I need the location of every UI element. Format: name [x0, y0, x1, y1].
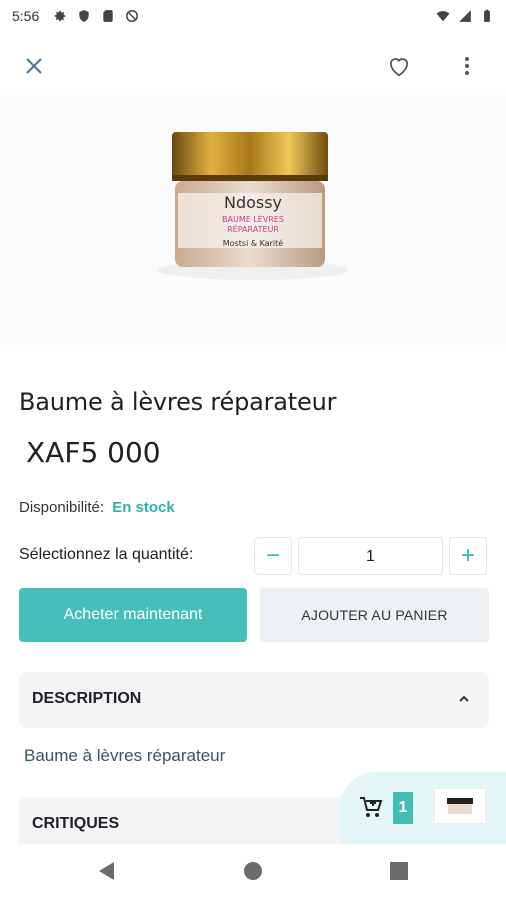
- product-price: XAF5 000: [26, 436, 161, 469]
- status-right-icons: [436, 9, 494, 23]
- chevron-up-icon: [459, 695, 469, 702]
- close-icon[interactable]: [20, 52, 48, 80]
- quantity-selector: Sélectionnez la quantité: − 1 +: [19, 537, 489, 575]
- quantity-label: Sélectionnez la quantité:: [19, 546, 194, 563]
- no-data-icon: [126, 10, 139, 22]
- cart-add-icon: [360, 797, 383, 817]
- availability-status: En stock: [112, 499, 175, 516]
- quantity-input[interactable]: 1: [298, 537, 443, 575]
- availability: Disponibilité: En stock: [19, 499, 175, 516]
- sd-card-icon: [103, 10, 113, 22]
- availability-label: Disponibilité:: [19, 499, 105, 516]
- add-to-cart-button[interactable]: AJOUTER AU PANIER: [260, 588, 489, 642]
- status-left-icons: [53, 9, 139, 23]
- wifi-icon: [436, 11, 450, 22]
- jar-line1-text: BAUME LÈVRES: [222, 213, 284, 224]
- signal-icon: [459, 10, 471, 22]
- reviews-header: CRITIQUES: [32, 815, 120, 832]
- description-accordion[interactable]: DESCRIPTION: [19, 672, 489, 728]
- jar-brand-text: Ndossy: [224, 193, 282, 212]
- cart-count-badge: 1: [393, 792, 413, 824]
- status-bar: 5:56: [0, 0, 506, 32]
- thumbnail-jar-image: [447, 798, 473, 814]
- jar-sub-text: Mostsi & Karité: [223, 238, 283, 248]
- cart-product-thumbnail: [434, 788, 486, 824]
- product-title: Baume à lèvres réparateur: [19, 388, 337, 416]
- quantity-decrease-button[interactable]: −: [254, 537, 292, 575]
- buy-now-button[interactable]: Acheter maintenant: [19, 588, 247, 642]
- product-image[interactable]: Ndossy BAUME LÈVRES RÉPARATEUR Mostsi & …: [0, 95, 506, 345]
- shield-icon: [79, 10, 89, 22]
- recents-square-icon[interactable]: [390, 862, 408, 880]
- description-text: Baume à lèvres réparateur: [24, 746, 226, 765]
- quantity-increase-button[interactable]: +: [449, 537, 487, 575]
- lip-balm-jar-image: Ndossy BAUME LÈVRES RÉPARATEUR Mostsi & …: [158, 132, 348, 280]
- system-nav-bar: [0, 844, 506, 900]
- top-app-bar: [0, 40, 506, 90]
- description-header: DESCRIPTION: [32, 690, 142, 707]
- more-vertical-icon[interactable]: [455, 52, 479, 80]
- battery-icon: [484, 9, 490, 22]
- back-triangle-icon[interactable]: [96, 860, 118, 882]
- cart-bubble[interactable]: 1: [340, 772, 506, 844]
- jar-line2-text: RÉPARATEUR: [227, 223, 279, 234]
- heart-outline-icon[interactable]: [385, 52, 413, 80]
- gear-icon: [55, 10, 66, 22]
- status-time: 5:56: [12, 8, 40, 24]
- home-circle-icon[interactable]: [244, 862, 262, 880]
